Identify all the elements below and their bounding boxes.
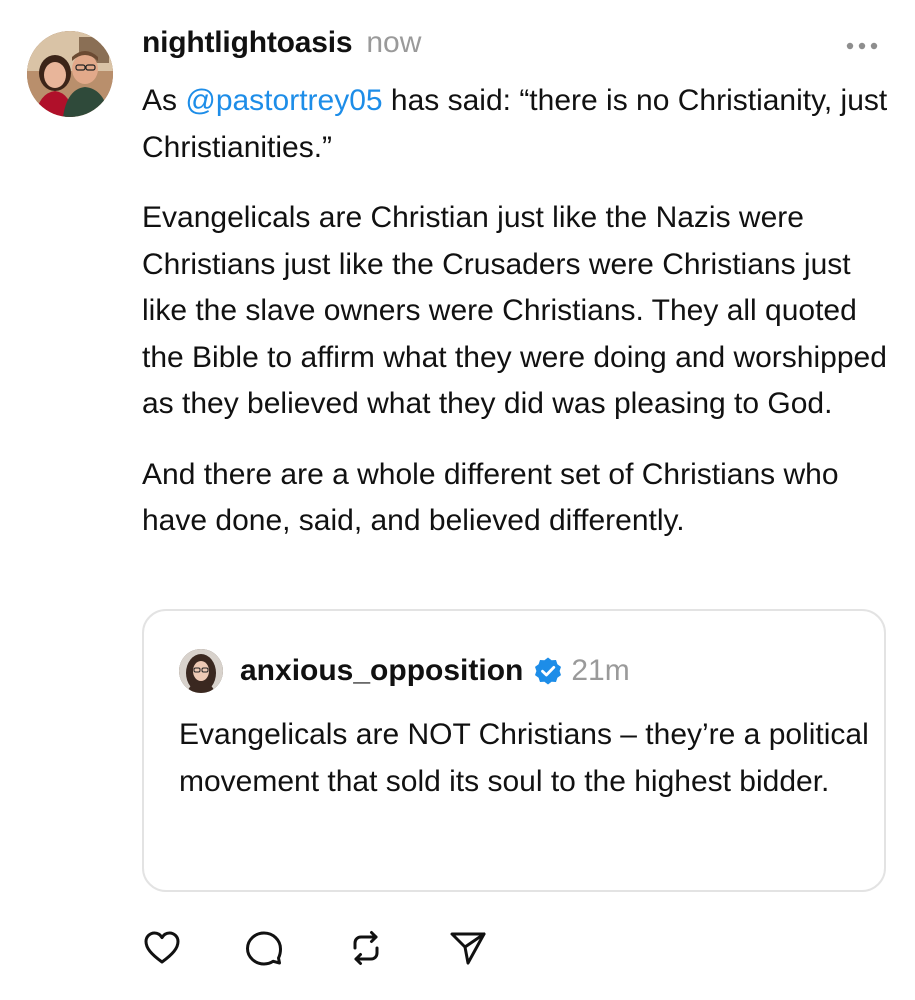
quoted-username[interactable]: anxious_opposition — [240, 654, 523, 688]
repost-button[interactable] — [343, 925, 389, 971]
post-paragraph-3: And there are a whole different set of C… — [142, 457, 839, 538]
post-paragraph-2: Evangelicals are Christian just like the… — [142, 201, 887, 420]
repost-icon — [353, 931, 379, 965]
share-button[interactable] — [445, 925, 491, 971]
comment-bubble-icon — [246, 931, 282, 966]
heart-icon — [144, 931, 180, 964]
more-options-button[interactable] — [844, 36, 880, 56]
author-username[interactable]: nightlightoasis — [142, 26, 353, 60]
send-icon — [450, 932, 486, 965]
action-bar — [139, 925, 547, 971]
quoted-text: Evangelicals are NOT Christians – they’r… — [179, 718, 869, 798]
post-body: As @pastortrey05 has said: “there is no … — [142, 78, 892, 569]
post-paragraph-1: As @pastortrey05 has said: “there is no … — [142, 84, 888, 164]
quoted-timestamp: 21m — [571, 654, 630, 687]
more-horizontal-icon — [846, 42, 878, 50]
avatar[interactable] — [27, 31, 113, 117]
quoted-post-card[interactable]: anxious_opposition 21m Evangelicals are … — [142, 609, 886, 892]
verified-badge-icon — [535, 657, 562, 685]
quoted-avatar[interactable] — [179, 649, 223, 693]
quoted-header: anxious_opposition 21m — [240, 649, 630, 693]
quoted-avatar-photo — [179, 649, 223, 693]
post-header: nightlightoasis now — [142, 26, 421, 66]
post-timestamp: now — [366, 26, 422, 59]
reply-button[interactable] — [241, 925, 287, 971]
mention-link[interactable]: @pastortrey05 — [185, 84, 382, 117]
avatar-photo — [27, 31, 113, 117]
like-button[interactable] — [139, 925, 185, 971]
